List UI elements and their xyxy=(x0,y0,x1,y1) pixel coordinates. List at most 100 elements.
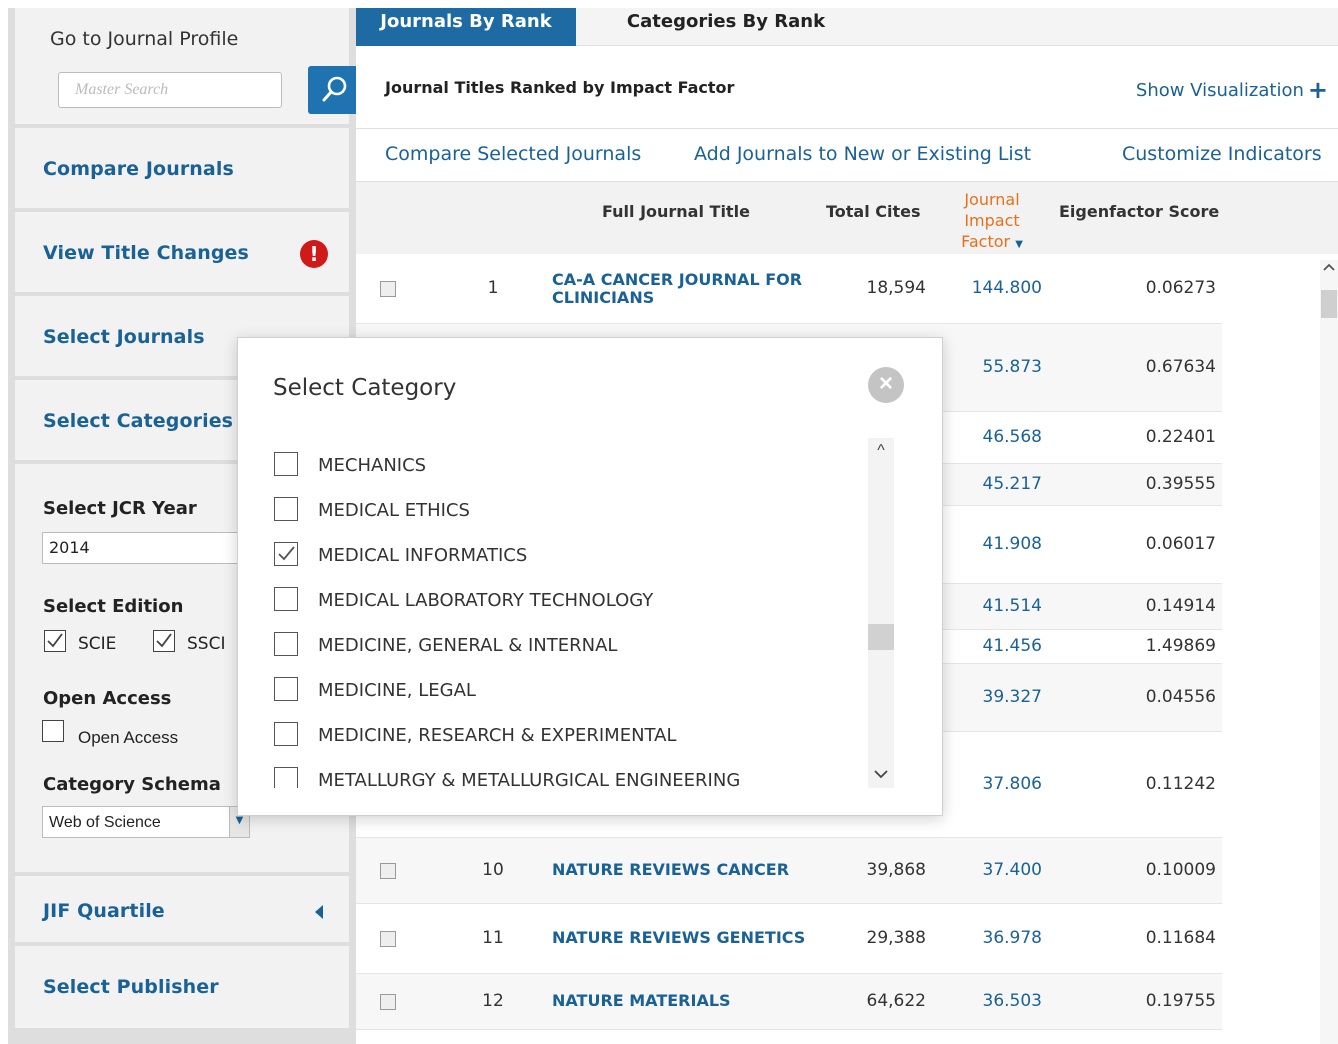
compare-journals-link[interactable]: Compare Journals xyxy=(43,158,234,180)
scroll-up-icon xyxy=(1323,263,1335,271)
select-categories-link[interactable]: Select Categories xyxy=(43,410,233,432)
select-jcr-year-label: Select JCR Year xyxy=(43,498,197,519)
table-row: 11 NATURE REVIEWS GENETICS 29,388 36.978 0.1… xyxy=(356,904,1222,974)
row-journal-title-link[interactable]: NATURE REVIEWS GENETICS xyxy=(552,929,824,947)
search-button[interactable] xyxy=(308,66,362,114)
row-impact-factor-link[interactable]: 37.806 xyxy=(942,774,1042,794)
table-row: 1 CA-A CANCER JOURNAL FOR CLINICIANS 18,59… xyxy=(356,254,1222,324)
scrollbar-thumb[interactable] xyxy=(1321,290,1337,318)
category-label: MEDICAL LABORATORY TECHNOLOGY xyxy=(318,590,654,611)
row-rank: 11 xyxy=(482,928,504,948)
table-scrollbar[interactable] xyxy=(1320,260,1338,1044)
close-button[interactable]: × xyxy=(868,367,904,403)
row-impact-factor-link[interactable]: 36.978 xyxy=(942,928,1042,948)
row-impact-factor-link[interactable]: 39.327 xyxy=(942,687,1042,707)
ssci-label: SSCI xyxy=(187,634,226,654)
row-select-checkbox[interactable] xyxy=(380,931,396,947)
select-publisher-link[interactable]: Select Publisher xyxy=(43,976,219,998)
tab-journals-by-rank[interactable]: Journals By Rank xyxy=(356,8,576,46)
row-impact-factor-link[interactable]: 36.503 xyxy=(942,991,1042,1011)
category-label: METALLURGY & METALLURGICAL ENGINEERING xyxy=(318,770,741,788)
alert-icon: ! xyxy=(300,240,328,268)
row-eigenfactor: 0.10009 xyxy=(1145,860,1216,880)
row-eigenfactor: 0.06017 xyxy=(1145,534,1216,554)
add-journals-to-list-link[interactable]: Add Journals to New or Existing List xyxy=(694,143,1031,165)
category-checkbox[interactable] xyxy=(274,632,298,656)
row-eigenfactor: 0.11242 xyxy=(1145,774,1216,794)
row-rank: 1 xyxy=(487,278,499,298)
row-impact-factor-link[interactable]: 41.908 xyxy=(942,534,1042,554)
row-rank: 10 xyxy=(482,860,504,880)
row-total-cites: 64,622 xyxy=(866,991,926,1011)
col-total-cites[interactable]: Total Cites xyxy=(826,202,921,221)
jif-header-line3-text: Factor xyxy=(961,232,1011,251)
jif-quartile-link[interactable]: JIF Quartile xyxy=(43,900,165,922)
action-bar: Compare Selected Journals Add Journals t… xyxy=(356,128,1338,182)
row-impact-factor-link[interactable]: 144.800 xyxy=(942,278,1042,298)
row-journal-title-link[interactable]: CA-A CANCER JOURNAL FOR CLINICIANS xyxy=(552,271,824,307)
row-journal-title-link[interactable]: NATURE MATERIALS xyxy=(552,992,824,1010)
ssci-checkbox[interactable] xyxy=(153,630,175,652)
category-checkbox[interactable] xyxy=(274,587,298,611)
open-access-label: Open Access xyxy=(78,728,179,747)
customize-indicators-link[interactable]: Customize Indicators xyxy=(1122,143,1322,165)
jcr-year-select[interactable]: 2014 xyxy=(42,532,242,564)
category-label: MEDICINE, LEGAL xyxy=(318,680,476,701)
select-journals-link[interactable]: Select Journals xyxy=(43,326,205,348)
show-visualization-link[interactable]: Show Visualization + xyxy=(1136,76,1328,104)
col-full-journal-title[interactable]: Full Journal Title xyxy=(602,202,750,221)
category-list-scrollbar[interactable]: ^ xyxy=(868,438,894,788)
compare-journals-panel[interactable]: Compare Journals xyxy=(15,128,349,208)
compare-selected-journals-link[interactable]: Compare Selected Journals xyxy=(385,143,641,165)
row-impact-factor-link[interactable]: 45.217 xyxy=(942,474,1042,494)
close-icon: × xyxy=(878,370,893,397)
select-category-modal: Select Category × MECHANICS MEDICAL ETHIC… xyxy=(237,337,943,816)
row-select-checkbox[interactable] xyxy=(380,863,396,879)
open-access-checkbox[interactable] xyxy=(42,720,64,742)
row-select-checkbox[interactable] xyxy=(380,281,396,297)
category-checkbox[interactable] xyxy=(274,722,298,746)
jif-quartile-panel[interactable]: JIF Quartile xyxy=(15,876,349,942)
view-title-changes-link[interactable]: View Title Changes xyxy=(43,242,249,264)
chevron-up-icon[interactable]: ^ xyxy=(868,442,894,460)
select-edition-label: Select Edition xyxy=(43,596,184,617)
row-eigenfactor: 0.04556 xyxy=(1145,687,1216,707)
open-access-heading: Open Access xyxy=(43,688,172,709)
category-checkbox[interactable] xyxy=(274,542,298,566)
category-checkbox[interactable] xyxy=(274,497,298,521)
journal-profile-panel: Go to Journal Profile xyxy=(15,8,362,124)
scie-label: SCIE xyxy=(78,634,117,654)
tab-categories-by-rank[interactable]: Categories By Rank xyxy=(578,8,874,46)
table-row: 10 NATURE REVIEWS CANCER 39,868 37.400 0.100… xyxy=(356,838,1222,904)
row-impact-factor-link[interactable]: 41.514 xyxy=(942,596,1042,616)
category-schema-value: Web of Science xyxy=(49,814,161,831)
row-impact-factor-link[interactable]: 46.568 xyxy=(942,427,1042,447)
category-label: MECHANICS xyxy=(318,455,427,476)
row-total-cites: 39,868 xyxy=(866,860,926,880)
view-title-changes-panel[interactable]: View Title Changes ! xyxy=(15,212,349,292)
category-checkbox[interactable] xyxy=(274,677,298,701)
checkmark-icon xyxy=(47,633,63,648)
row-eigenfactor: 1.49869 xyxy=(1145,636,1216,656)
category-checkbox[interactable] xyxy=(274,452,298,476)
category-schema-select[interactable]: Web of Science ▼ xyxy=(42,806,250,838)
category-label: MEDICINE, GENERAL & INTERNAL xyxy=(318,635,618,656)
scie-checkbox[interactable] xyxy=(44,630,66,652)
row-impact-factor-link[interactable]: 37.400 xyxy=(942,860,1042,880)
chevron-down-icon[interactable] xyxy=(868,768,894,782)
row-impact-factor-link[interactable]: 41.456 xyxy=(942,636,1042,656)
row-journal-title-link[interactable]: NATURE REVIEWS CANCER xyxy=(552,861,824,879)
master-search-input[interactable] xyxy=(58,72,282,108)
row-eigenfactor: 0.67634 xyxy=(1145,357,1216,377)
category-scrollbar-thumb[interactable] xyxy=(868,624,894,650)
row-eigenfactor: 0.06273 xyxy=(1145,278,1216,298)
category-checkbox[interactable] xyxy=(274,767,298,788)
col-eigenfactor-score[interactable]: Eigenfactor Score xyxy=(1059,202,1219,221)
plus-icon: + xyxy=(1307,76,1328,104)
row-total-cites: 18,594 xyxy=(866,278,926,298)
col-journal-impact-factor[interactable]: Journal Impact Factor ▼ xyxy=(942,189,1042,255)
select-publisher-panel[interactable]: Select Publisher xyxy=(15,946,349,1028)
row-impact-factor-link[interactable]: 55.873 xyxy=(942,357,1042,377)
category-label: MEDICINE, RESEARCH & EXPERIMENTAL xyxy=(318,725,677,746)
row-select-checkbox[interactable] xyxy=(380,994,396,1010)
